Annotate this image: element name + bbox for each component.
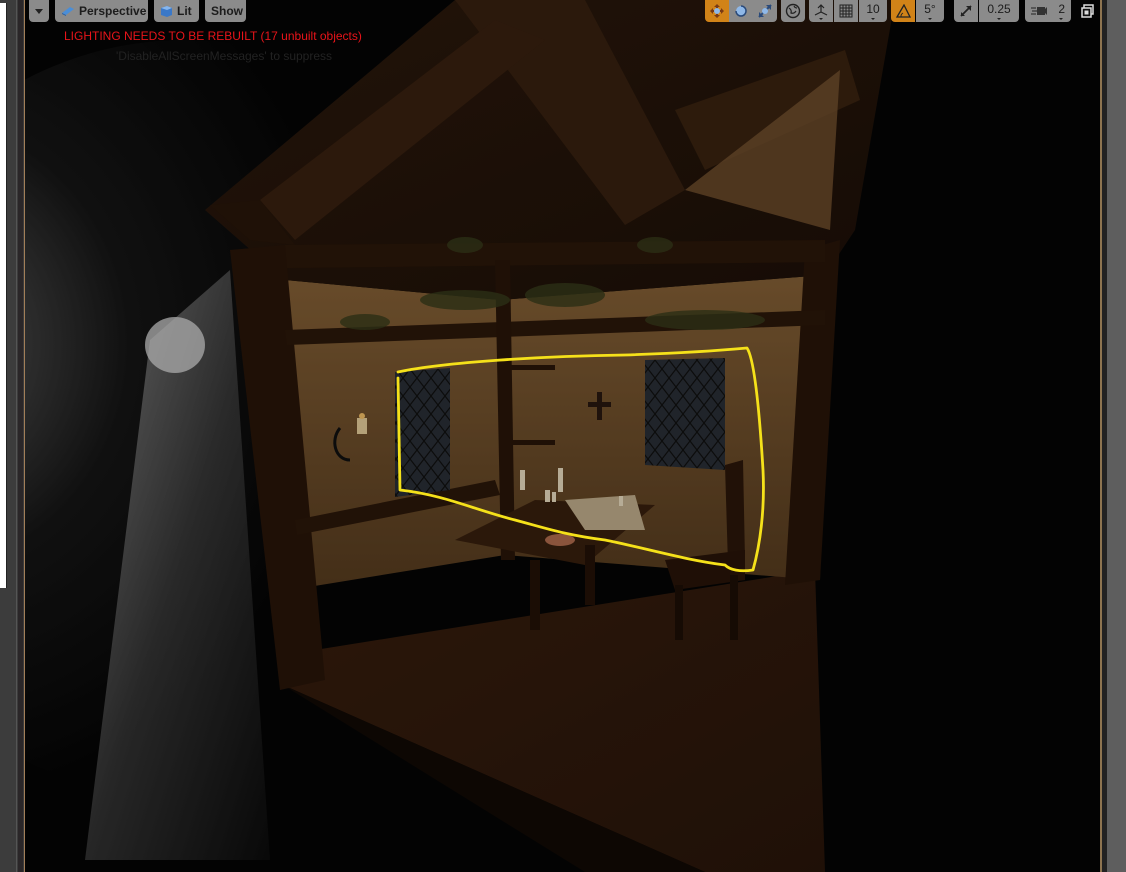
grid-snap-value-dropdown[interactable]: 10	[859, 0, 887, 22]
camera-speed-value: 2	[1058, 2, 1065, 16]
move-arrows-icon	[709, 3, 725, 19]
camera-speed-icon	[1031, 5, 1047, 17]
perspective-label: Perspective	[79, 4, 147, 18]
show-label: Show	[211, 4, 243, 18]
dropdown-caret	[928, 18, 932, 20]
rotation-snap-value: 5°	[924, 2, 936, 16]
level-viewport[interactable]: Perspective Lit Show LIGHTING NEEDS TO B…	[25, 0, 1100, 872]
scale-arrow-icon	[959, 4, 973, 18]
right-panel-edge	[1100, 0, 1126, 872]
angle-icon	[895, 4, 911, 18]
lit-sphere-icon	[160, 5, 173, 18]
surface-snap-button[interactable]	[809, 0, 833, 22]
grid-snap-toggle[interactable]	[834, 0, 858, 22]
lit-button[interactable]: Lit	[154, 0, 199, 22]
restore-viewport-button[interactable]	[1081, 4, 1095, 18]
translate-tool-button[interactable]	[705, 0, 729, 22]
perspective-button[interactable]: Perspective	[55, 0, 148, 22]
grid-icon	[839, 4, 853, 18]
chevron-down-icon	[35, 8, 43, 14]
splitter-handle[interactable]	[18, 0, 23, 872]
surface-snap-icon	[813, 3, 829, 19]
rotation-snap-value-dropdown[interactable]: 5°	[916, 0, 944, 22]
dropdown-caret	[1059, 18, 1063, 20]
perspective-cube-icon	[61, 6, 75, 16]
scale-snap-value: 0.25	[987, 2, 1011, 16]
splitter-handle[interactable]	[1107, 0, 1126, 872]
lighting-warning-message: LIGHTING NEEDS TO BE REBUILT (17 unbuilt…	[64, 29, 362, 43]
scale-icon	[757, 3, 773, 19]
dropdown-caret	[871, 18, 875, 20]
camera-speed-dropdown[interactable]: 2	[1025, 0, 1071, 22]
scene-render[interactable]	[25, 0, 1100, 872]
rotate-tool-button[interactable]	[729, 0, 753, 22]
restore-window-icon	[1081, 4, 1095, 18]
scale-tool-button[interactable]	[753, 0, 777, 22]
suppress-hint-message: 'DisableAllScreenMessages' to suppress	[116, 49, 333, 63]
dropdown-caret	[997, 18, 1001, 20]
rotate-icon	[733, 3, 749, 19]
dropdown-caret	[819, 18, 823, 20]
scale-snap-value-dropdown[interactable]: 0.25	[979, 0, 1019, 22]
lit-label: Lit	[177, 4, 192, 18]
grid-snap-value: 10	[866, 2, 880, 16]
left-panel-content	[0, 3, 7, 588]
show-button[interactable]: Show	[205, 0, 246, 22]
scene-shade	[25, 0, 1100, 872]
coordinate-system-button[interactable]	[781, 0, 805, 22]
scale-snap-toggle[interactable]	[954, 0, 978, 22]
rotation-snap-toggle[interactable]	[891, 0, 915, 22]
divider	[16, 0, 17, 872]
left-panel-edge	[0, 0, 25, 872]
viewport-options-dropdown[interactable]	[29, 0, 49, 22]
viewport-border	[1100, 0, 1102, 872]
globe-icon	[785, 3, 801, 19]
